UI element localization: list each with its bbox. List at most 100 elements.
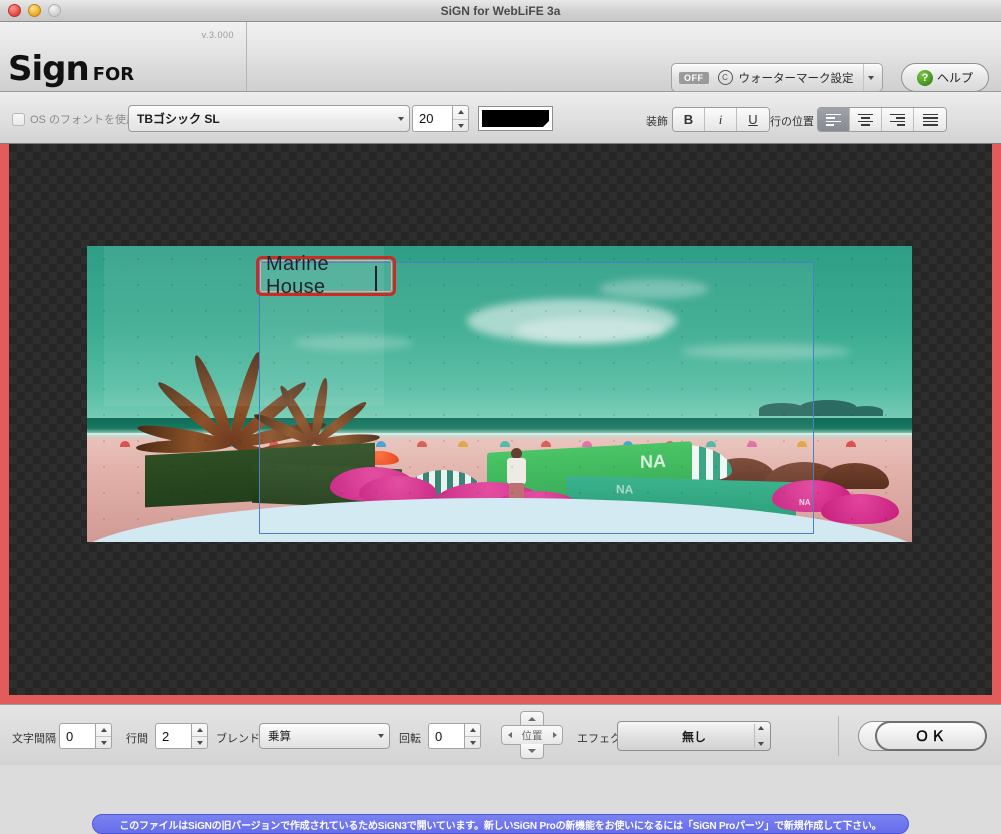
window-title: SiGN for WebLiFE 3a: [440, 4, 561, 18]
position-up-button[interactable]: [520, 711, 544, 726]
question-icon: ?: [916, 69, 933, 86]
blend-dropdown-arrow[interactable]: [378, 724, 384, 748]
canvas-outer: NA NA NA NA: [0, 144, 1001, 834]
font-family-select[interactable]: TBゴシック SL: [128, 105, 410, 132]
watermark-settings-button[interactable]: OFF C ウォーターマーク設定: [671, 63, 883, 92]
rotation-input[interactable]: 0: [428, 723, 464, 749]
title-bar: SiGN for WebLiFE 3a: [0, 0, 1001, 22]
line-spacing-increment[interactable]: [192, 724, 207, 737]
align-right-button[interactable]: [882, 108, 914, 131]
char-spacing-increment[interactable]: [96, 724, 111, 737]
align-left-button[interactable]: [818, 108, 850, 131]
watermark-label: ウォーターマーク設定: [738, 72, 854, 85]
chevron-down-icon: [398, 116, 404, 121]
effect-value: 無し: [681, 729, 706, 744]
text-layer-box[interactable]: Marine House: [256, 253, 396, 298]
char-spacing-label: 文字間隔: [12, 733, 56, 745]
ok-button[interactable]: ＯＫ: [875, 721, 987, 751]
app-header: SignFOR WEBLiFE*3 v.3.000 OFF C ウォーターマーク…: [0, 22, 1001, 128]
underline-button[interactable]: U: [737, 108, 769, 131]
char-spacing-input[interactable]: 0: [59, 723, 95, 749]
font-family-dropdown-arrow[interactable]: [398, 106, 404, 131]
canvas-area[interactable]: NA NA NA NA: [9, 144, 992, 695]
toolbar-divider: [838, 716, 839, 756]
bold-button[interactable]: B: [673, 108, 705, 131]
rotation-value: 0: [435, 728, 443, 744]
version-label: v.3.000: [201, 30, 234, 40]
font-size-decrement[interactable]: [453, 120, 468, 132]
caret-up-icon: [100, 728, 107, 732]
rotation-decrement[interactable]: [465, 737, 480, 748]
copyright-icon: C: [717, 70, 733, 85]
caret-down-icon: [469, 741, 476, 745]
help-button[interactable]: ? ヘルプ: [901, 63, 989, 92]
logo-main-text: Sign: [8, 49, 90, 89]
caret-up-icon: [758, 726, 764, 730]
align-center-button[interactable]: [850, 108, 882, 131]
selection-frame[interactable]: [259, 262, 814, 534]
caret-up-icon: [469, 728, 476, 732]
text-color-value: [482, 110, 549, 127]
blend-value: 乗算: [268, 731, 291, 743]
rotation-increment[interactable]: [465, 724, 480, 737]
align-left-icon: [826, 113, 841, 126]
os-font-checkbox-row[interactable]: OS のフォントを使用: [12, 111, 137, 127]
caret-down-icon: [457, 123, 464, 128]
position-left-button[interactable]: [501, 725, 517, 745]
legacy-file-notice: このファイルはSiGNの旧バージョンで作成されているためSiGN3で開いています…: [92, 814, 909, 834]
app-window: SiGN for WebLiFE 3a SignFOR WEBLiFE*3 v.…: [0, 0, 1001, 834]
effect-select[interactable]: 無し: [617, 721, 771, 751]
caret-up-icon: [457, 110, 464, 115]
caret-up-icon: [528, 717, 536, 721]
decoration-button-group: B i U: [672, 107, 770, 132]
align-justify-icon: [922, 113, 938, 126]
line-spacing-decrement[interactable]: [192, 737, 207, 748]
italic-button[interactable]: i: [705, 108, 737, 131]
help-label: ヘルプ: [936, 71, 973, 85]
line-spacing-value: 2: [162, 728, 170, 744]
logo-container: SignFOR WEBLiFE*3 v.3.000: [0, 22, 247, 128]
rotation-label: 回転: [399, 733, 421, 745]
effect-stepper[interactable]: [754, 724, 767, 748]
decoration-label: 装飾: [646, 116, 668, 128]
char-spacing-value: 0: [66, 728, 74, 744]
font-size-value: 20: [419, 111, 434, 126]
position-dpad: 位置: [501, 711, 563, 759]
text-color-swatch[interactable]: [478, 106, 553, 131]
selection-fill: [260, 263, 813, 533]
caret-right-icon: [552, 732, 557, 738]
caret-left-icon: [507, 732, 512, 738]
text-caret: [375, 266, 377, 291]
caret-down-icon: [758, 742, 764, 746]
text-layer-value: Marine House: [266, 253, 329, 298]
blend-select[interactable]: 乗算: [259, 723, 390, 749]
chevron-down-icon: [868, 75, 874, 80]
font-size-input[interactable]: 20: [412, 105, 452, 132]
text-align-button-group: [817, 107, 947, 132]
char-spacing-stepper[interactable]: [95, 723, 112, 749]
swatch-corner-icon: [543, 121, 549, 127]
watermark-state-badge: OFF: [679, 71, 709, 84]
legacy-file-notice-text: このファイルはSiGNの旧バージョンで作成されているためSiGN3で開いています…: [119, 820, 882, 832]
line-spacing-input[interactable]: 2: [155, 723, 191, 749]
font-size-increment[interactable]: [453, 106, 468, 120]
align-center-icon: [858, 113, 873, 126]
position-label: 位置: [516, 725, 548, 745]
line-position-label: 行の位置: [770, 116, 814, 128]
position-right-button[interactable]: [547, 725, 563, 745]
caret-down-icon: [528, 749, 536, 753]
os-font-checkbox[interactable]: [12, 112, 25, 126]
font-size-stepper[interactable]: [452, 105, 469, 132]
char-spacing-decrement[interactable]: [96, 737, 111, 748]
ok-button-label: ＯＫ: [915, 728, 947, 744]
font-family-value: TBゴシック SL: [137, 112, 220, 126]
align-justify-button[interactable]: [914, 108, 946, 131]
caret-down-icon: [196, 741, 203, 745]
watermark-dropdown-arrow[interactable]: [863, 64, 878, 91]
position-down-button[interactable]: [520, 744, 544, 759]
line-spacing-stepper[interactable]: [191, 723, 208, 749]
line-spacing-label: 行間: [126, 733, 148, 745]
rotation-stepper[interactable]: [464, 723, 481, 749]
caret-down-icon: [100, 741, 107, 745]
os-font-checkbox-label: OS のフォントを使用: [30, 114, 137, 126]
